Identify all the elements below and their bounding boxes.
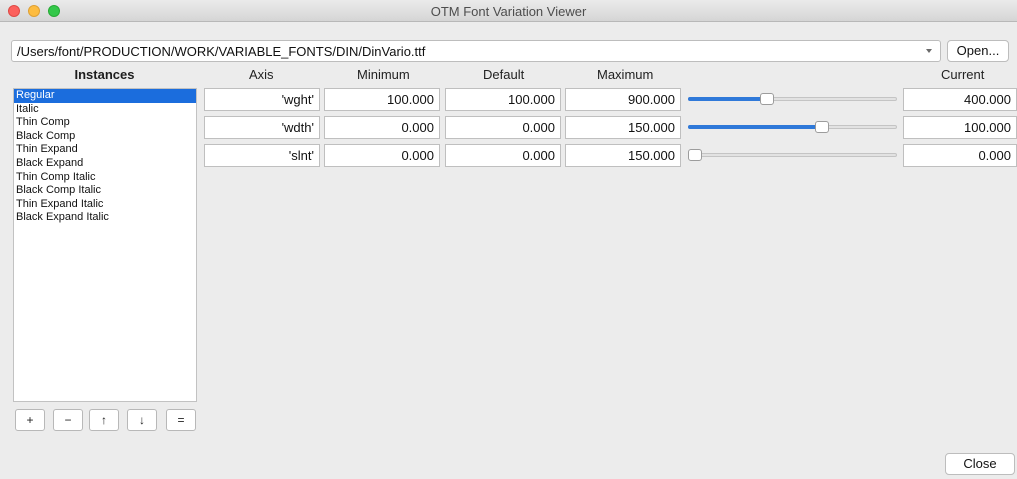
minimum-field-wdth[interactable]: 0.000: [324, 116, 440, 139]
axis-tag-field-slnt[interactable]: 'slnt': [204, 144, 320, 167]
minimum-field-wght[interactable]: 100.000: [324, 88, 440, 111]
title-bar: OTM Font Variation Viewer: [0, 0, 1017, 22]
instance-item[interactable]: Thin Expand: [14, 143, 196, 157]
current-field-wght[interactable]: 400.000: [903, 88, 1017, 111]
slider-wght[interactable]: [686, 88, 897, 110]
maximum-column-header: Maximum: [597, 67, 654, 82]
current-field-slnt[interactable]: 0.000: [903, 144, 1017, 167]
minimum-field-slnt[interactable]: 0.000: [324, 144, 440, 167]
equal-button[interactable]: =: [166, 409, 196, 431]
path-field-blank: [450, 42, 478, 61]
axis-tag-field-wght[interactable]: 'wght': [204, 88, 320, 111]
slider-slnt[interactable]: [686, 144, 897, 166]
instance-item[interactable]: Black Expand: [14, 157, 196, 171]
slider-wdth[interactable]: [686, 116, 897, 138]
axis-tag-field-wdth[interactable]: 'wdth': [204, 116, 320, 139]
instance-item[interactable]: Thin Comp Italic: [14, 171, 196, 185]
add-instance-button[interactable]: +: [15, 409, 45, 431]
default-field-wght[interactable]: 100.000: [445, 88, 561, 111]
slider-thumb[interactable]: [815, 121, 830, 133]
window-title: OTM Font Variation Viewer: [430, 4, 587, 19]
axis-column-header: Axis: [249, 67, 274, 82]
close-button[interactable]: Close: [945, 453, 1015, 475]
instance-item[interactable]: Black Comp: [14, 130, 196, 144]
current-field-wdth[interactable]: 100.000: [903, 116, 1017, 139]
slider-fill: [688, 125, 821, 129]
default-column-header: Default: [483, 67, 525, 82]
instance-item[interactable]: Regular: [14, 89, 196, 103]
default-field-slnt[interactable]: 0.000: [445, 144, 561, 167]
instance-item[interactable]: Thin Expand Italic: [14, 198, 196, 212]
open-button[interactable]: Open...: [947, 40, 1009, 62]
current-column-header: Current: [941, 67, 985, 82]
remove-instance-button[interactable]: −: [53, 409, 83, 431]
slider-track: [688, 153, 897, 157]
minimum-column-header: Minimum: [357, 67, 410, 82]
instance-item[interactable]: Black Expand Italic: [14, 211, 196, 225]
move-up-button[interactable]: ↑: [89, 409, 119, 431]
slider-fill: [688, 97, 765, 101]
font-path-combobox[interactable]: /Users/font/PRODUCTION/WORK/VARIABLE_FON…: [11, 40, 941, 62]
font-path-value: /Users/font/PRODUCTION/WORK/VARIABLE_FON…: [17, 44, 426, 59]
instances-list[interactable]: Regular Italic Thin Comp Black Comp Thin…: [13, 88, 197, 402]
maximum-field-slnt[interactable]: 150.000: [565, 144, 681, 167]
default-field-wdth[interactable]: 0.000: [445, 116, 561, 139]
move-down-button[interactable]: ↓: [127, 409, 157, 431]
instance-item[interactable]: Black Comp Italic: [14, 184, 196, 198]
slider-thumb[interactable]: [759, 93, 774, 105]
instance-item[interactable]: Thin Comp: [14, 116, 196, 130]
instance-item[interactable]: Italic: [14, 103, 196, 117]
chevron-down-icon[interactable]: [926, 49, 932, 53]
maximum-field-wdth[interactable]: 150.000: [565, 116, 681, 139]
maximum-field-wght[interactable]: 900.000: [565, 88, 681, 111]
slider-thumb[interactable]: [688, 149, 702, 161]
instances-header: Instances: [74, 67, 135, 82]
